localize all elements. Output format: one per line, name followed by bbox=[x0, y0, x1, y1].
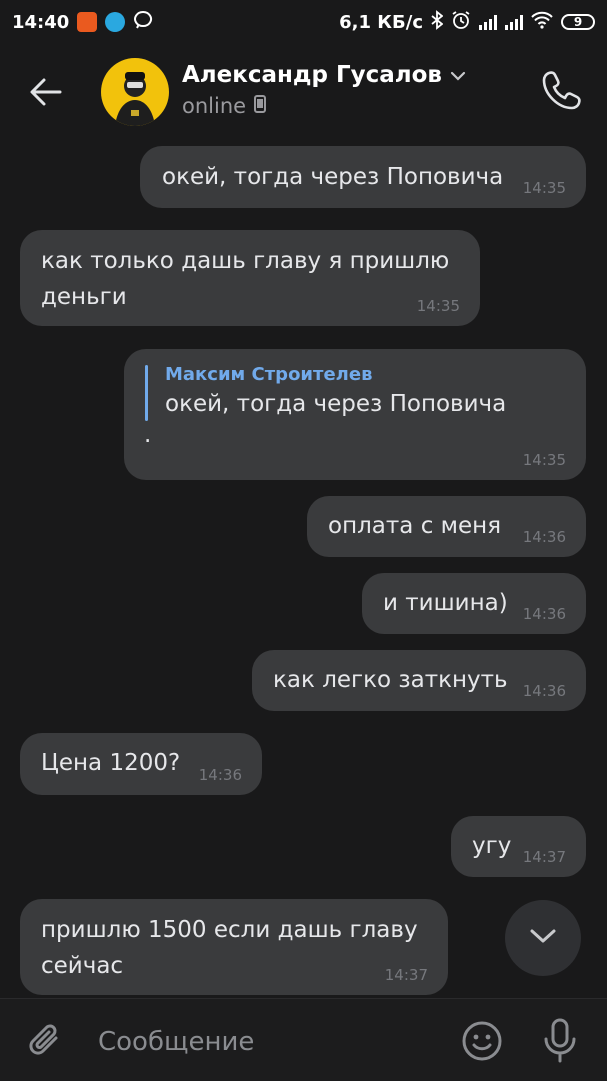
microphone-icon[interactable] bbox=[538, 1017, 582, 1065]
message-text: Цена 1200? bbox=[41, 750, 181, 776]
chat-header: Александр Гусалов online bbox=[0, 48, 607, 134]
message-bubble-incoming[interactable]: Цена 1200? 14:36 bbox=[20, 733, 262, 795]
message-text: оплата с меня bbox=[328, 513, 502, 539]
message-time: 14:37 bbox=[522, 848, 566, 866]
message-bubble-outgoing-reply[interactable]: Максим Строителев окей, тогда через Попо… bbox=[124, 349, 586, 480]
message-time: 14:35 bbox=[416, 297, 460, 315]
contact-name-label: Александр Гусалов bbox=[182, 62, 442, 88]
message-time: 14:35 bbox=[522, 179, 566, 197]
message-text: . bbox=[144, 422, 152, 448]
scroll-to-bottom-button[interactable] bbox=[505, 900, 581, 976]
online-status: online bbox=[182, 94, 247, 118]
alarm-icon bbox=[451, 10, 471, 35]
signal-icon bbox=[479, 14, 497, 30]
message-bubble-outgoing[interactable]: оплата с меня 14:36 bbox=[307, 496, 586, 557]
mobile-device-icon bbox=[254, 94, 267, 118]
message-text: пришлю 1500 если дашь главу сейчас bbox=[41, 917, 418, 979]
message-time: 14:35 bbox=[522, 451, 566, 469]
signal-icon bbox=[505, 14, 523, 30]
chevron-down-icon[interactable] bbox=[450, 62, 466, 88]
contact-name[interactable]: Александр Гусалов bbox=[182, 62, 466, 88]
chat-notification-icon bbox=[133, 10, 153, 35]
message-bubble-outgoing[interactable]: и тишина) 14:36 bbox=[362, 573, 586, 634]
back-arrow-icon[interactable] bbox=[28, 74, 64, 110]
battery-icon: 9 bbox=[561, 14, 595, 30]
message-composer bbox=[0, 998, 607, 1081]
message-time: 14:36 bbox=[522, 682, 566, 700]
emoji-icon[interactable] bbox=[460, 1019, 504, 1063]
message-text: как только дашь главу я пришлю деньги bbox=[41, 248, 450, 310]
reply-quote-bar bbox=[145, 365, 148, 421]
notification-app-icon bbox=[77, 12, 98, 32]
message-input[interactable] bbox=[96, 1019, 440, 1065]
attach-paperclip-icon[interactable] bbox=[26, 1021, 66, 1061]
avatar[interactable] bbox=[101, 58, 169, 126]
message-time: 14:36 bbox=[522, 605, 566, 623]
message-bubble-outgoing[interactable]: как легко заткнуть 14:36 bbox=[252, 650, 586, 711]
message-time: 14:36 bbox=[522, 528, 566, 546]
message-text: окей, тогда через Поповича bbox=[162, 164, 504, 190]
reply-author: Максим Строителев bbox=[165, 364, 373, 385]
message-bubble-incoming[interactable]: пришлю 1500 если дашь главу сейчас 14:37 bbox=[20, 899, 448, 995]
message-bubble-outgoing[interactable]: угу 14:37 bbox=[451, 816, 586, 877]
network-speed: 6,1 КБ/с bbox=[339, 11, 423, 33]
status-bar: 14:40 6,1 КБ/с 9 bbox=[0, 0, 607, 44]
message-time: 14:36 bbox=[198, 766, 242, 784]
bluetooth-icon bbox=[431, 9, 444, 35]
message-bubble-outgoing[interactable]: окей, тогда через Поповича 14:35 bbox=[140, 146, 586, 208]
reply-quoted-text: окей, тогда через Поповича bbox=[165, 391, 507, 417]
status-time: 14:40 bbox=[12, 11, 70, 33]
phone-call-icon[interactable] bbox=[540, 68, 584, 112]
message-text: угу bbox=[472, 833, 512, 859]
wifi-icon bbox=[531, 11, 553, 34]
message-text: как легко заткнуть bbox=[273, 667, 508, 693]
notification-app-icon bbox=[105, 12, 126, 32]
message-text: и тишина) bbox=[383, 590, 508, 616]
message-time: 14:37 bbox=[384, 966, 428, 984]
message-bubble-incoming[interactable]: как только дашь главу я пришлю деньги 14… bbox=[20, 230, 480, 326]
chevron-down-icon bbox=[528, 926, 558, 950]
